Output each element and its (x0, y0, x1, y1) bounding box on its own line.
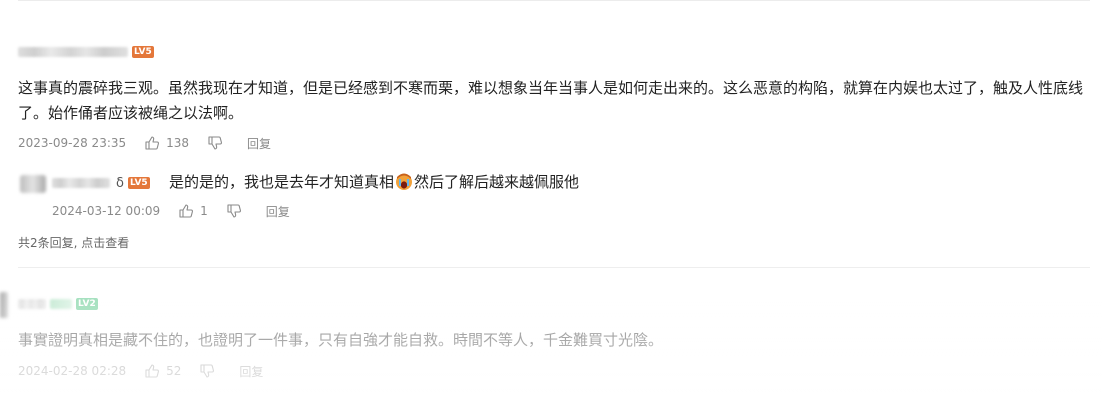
reply-text-part-2: 然后了解后越来越佩服他 (414, 173, 580, 191)
top-divider (18, 0, 1090, 1)
reply-date: 2024-03-12 00:09 (52, 204, 161, 218)
reply-text-part-1: 是的是的，我也是去年才知道真相 (169, 173, 395, 191)
comment-meta: 2023-09-28 23:35 138 回复 (18, 135, 289, 151)
level-badge: LV5 (132, 46, 154, 58)
like-button[interactable]: 52 (144, 363, 181, 379)
crying-face-emoji-icon (396, 173, 413, 190)
like-count: 52 (166, 364, 182, 378)
reply-text: 是的是的，我也是去年才知道真相 然后了解后越来越佩服他 (169, 173, 579, 191)
thumbs-up-icon (145, 136, 160, 150)
reply-meta: 2024-03-12 00:09 1 回复 (52, 203, 308, 219)
comment-1-user-line: LV5 (18, 44, 154, 60)
like-count: 138 (166, 136, 190, 150)
comment-divider (18, 267, 1090, 268)
username-blurred[interactable] (18, 299, 46, 309)
reply-reply-button[interactable]: 回复 (266, 203, 290, 220)
reply-username-blurred[interactable] (52, 178, 110, 188)
comment-text: 这事真的震碎我三观。虽然我现在才知道，但是已经感到不寒而栗，难以想象当年当事人是… (18, 79, 1084, 122)
reply-user-line: δ LV5 (52, 175, 150, 191)
reply-like-button[interactable]: 1 (178, 203, 208, 219)
reply-level-badge: LV5 (127, 177, 150, 189)
comment-date: 2024-02-28 02:28 (18, 364, 127, 378)
comment-text: 事實證明真相是藏不住的，也證明了一件事，只有自強才能自救。時間不等人，千金難買寸… (18, 331, 664, 349)
thumbs-up-icon (145, 364, 160, 378)
reply-dislike-button[interactable] (226, 203, 248, 219)
reply-username-suffix: δ (116, 175, 124, 191)
reply-button[interactable]: 回复 (239, 363, 263, 380)
comment-date: 2023-09-28 23:35 (18, 136, 127, 150)
comment-meta: 2024-02-28 02:28 52 回复 (18, 363, 281, 379)
username-blurred[interactable] (18, 47, 128, 57)
comment-2-user-line: LV2 (18, 296, 98, 312)
comment-2-avatar[interactable] (0, 292, 8, 318)
reply-button[interactable]: 回复 (247, 135, 271, 152)
reply-like-count: 1 (200, 204, 208, 218)
like-button[interactable]: 138 (144, 135, 189, 151)
see-replies-link[interactable]: 共2条回复, 点击查看 (18, 234, 129, 251)
thumbs-down-icon (208, 136, 223, 150)
level-badge: LV2 (76, 298, 98, 310)
dislike-button[interactable] (207, 135, 229, 151)
dislike-button[interactable] (199, 363, 221, 379)
thumbs-up-icon (179, 204, 194, 218)
thumbs-down-icon (227, 204, 241, 218)
thumbs-down-icon (200, 364, 215, 378)
username-blurred-part (50, 299, 72, 309)
reply-avatar[interactable] (20, 175, 46, 193)
